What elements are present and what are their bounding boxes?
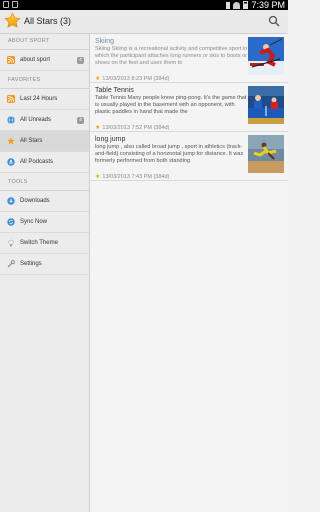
notification-icon	[12, 1, 18, 8]
star-icon	[7, 137, 15, 145]
sidebar-item-settings[interactable]: Settings	[0, 254, 89, 275]
sidebar-item-label: All Podcasts	[20, 159, 54, 165]
theme-icon	[7, 239, 15, 247]
article-meta: ★ 13/03/2013 7:52 PM (384d)	[95, 124, 248, 132]
article-item-long-jump[interactable]: long jump long jump , also called broad …	[90, 132, 288, 181]
star-icon[interactable]: ★	[95, 75, 100, 82]
article-item-table-tennis[interactable]: Table Tennis Table Tennis Many people kn…	[90, 83, 288, 132]
system-tray: 7:39 PM	[226, 0, 285, 10]
article-meta: ★ 13/03/2013 7:43 PM (384d)	[95, 173, 248, 181]
download-icon	[7, 197, 15, 205]
article-thumbnail-long-jump	[248, 135, 284, 173]
rss-icon	[7, 56, 15, 64]
sidebar-item-about-sport[interactable]: about sport 4	[0, 50, 89, 71]
sidebar-item-downloads[interactable]: Downloads	[0, 191, 89, 212]
wifi-icon	[233, 1, 241, 9]
section-header-tools: TOOLS	[0, 175, 89, 191]
notification-icons	[3, 1, 18, 8]
sidebar-item-label: Sync Now	[20, 219, 48, 225]
article-summary: Skiing Skiing is a recreational activity…	[95, 46, 248, 67]
article-meta: ★ 13/03/2013 8:23 PM (384d)	[95, 75, 248, 83]
sidebar-item-sync-now[interactable]: Sync Now	[0, 212, 89, 233]
settings-icon	[7, 260, 15, 268]
section-header-favorites: FAVORITES	[0, 73, 89, 89]
article-thumbnail-table-tennis	[248, 86, 284, 124]
bluetooth-icon	[226, 1, 231, 9]
notification-icon	[3, 1, 9, 8]
article-title: long jump	[95, 136, 126, 143]
article-item-skiing[interactable]: Skiing Skiing Skiing is a recreational a…	[90, 34, 288, 83]
search-icon[interactable]	[268, 15, 280, 27]
article-summary: long jump , also called broad jump , spo…	[95, 144, 244, 165]
article-title: Skiing	[95, 38, 115, 45]
star-icon[interactable]: ★	[95, 173, 100, 180]
podcast-icon	[7, 158, 15, 166]
sidebar-item-label: about sport	[20, 57, 51, 63]
article-title: Table Tennis	[95, 87, 134, 94]
sidebar-item-label: Switch Theme	[20, 240, 58, 246]
sidebar-item-switch-theme[interactable]: Switch Theme	[0, 233, 89, 254]
unread-count-badge: 4	[77, 57, 84, 64]
sidebar-item-label: Last 24 Hours	[20, 96, 58, 102]
unread-count-badge: 4	[77, 117, 84, 124]
star-icon[interactable]: ★	[95, 124, 100, 131]
article-thumbnail-skiing	[248, 37, 284, 75]
star-icon[interactable]	[4, 12, 21, 29]
sidebar-item-all-unreads[interactable]: All Unreads 4	[0, 110, 89, 131]
rss-icon	[7, 95, 15, 103]
sidebar-item-label: Settings	[20, 261, 42, 267]
sync-icon	[7, 218, 15, 226]
page-title: All Stars (3)	[24, 16, 72, 26]
sidebar-item-label: Downloads	[20, 198, 50, 204]
battery-icon	[243, 1, 249, 9]
article-date: 13/03/2013 8:23 PM (384d)	[102, 75, 170, 82]
sidebar-item-all-stars[interactable]: All Stars	[0, 131, 89, 152]
section-header-about-sport: ABOUT SPORT	[0, 34, 89, 50]
action-bar: All Stars (3)	[0, 10, 288, 34]
article-date: 13/03/2013 7:52 PM (384d)	[102, 124, 170, 131]
article-list: Skiing Skiing Skiing is a recreational a…	[90, 34, 288, 512]
sidebar-item-label: All Unreads	[20, 117, 52, 123]
article-date: 13/03/2013 7:43 PM (384d)	[102, 173, 170, 180]
navigation-drawer: ABOUT SPORT about sport 4 FAVORITES Last…	[0, 34, 90, 512]
article-summary: Table Tennis Many people know ping-pong.…	[95, 95, 247, 116]
status-bar: 7:39 PM	[0, 0, 288, 10]
sidebar-item-all-podcasts[interactable]: All Podcasts	[0, 152, 89, 173]
sidebar-item-last-24-hours[interactable]: Last 24 Hours	[0, 89, 89, 110]
status-clock: 7:39 PM	[251, 0, 285, 10]
sidebar-item-label: All Stars	[20, 138, 43, 144]
globe-icon	[7, 116, 15, 124]
